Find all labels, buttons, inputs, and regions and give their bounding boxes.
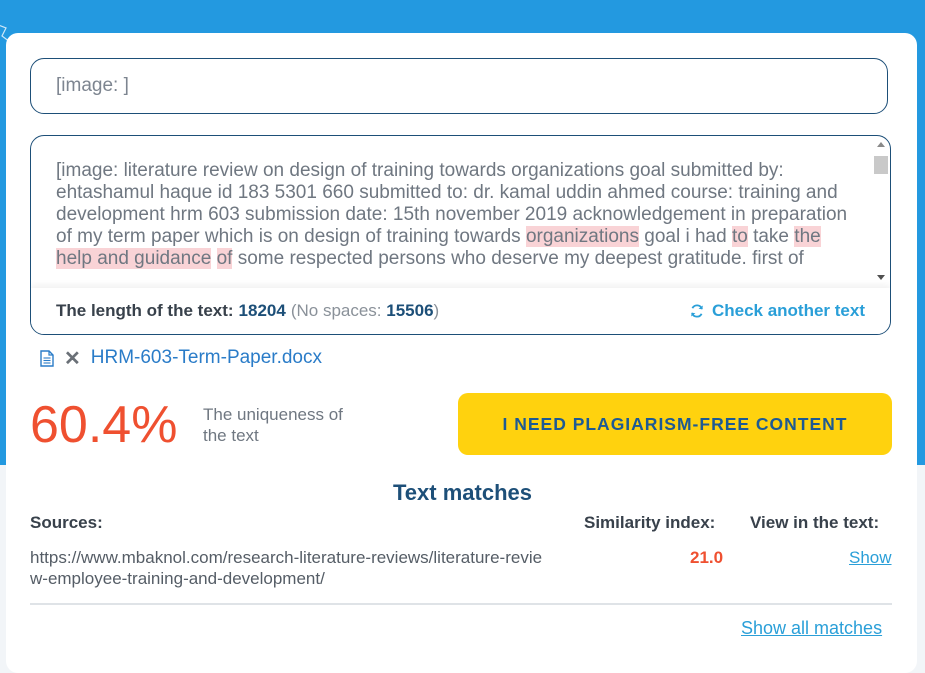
text-content[interactable]: [image: literature review on design of t… [56,160,856,290]
scroll-up-arrow-icon[interactable] [877,142,885,147]
highlighted-match-text: organizations [525,226,639,247]
show-all-matches-link[interactable]: Show all matches [741,618,882,639]
text-segment: goal i had [638,226,732,247]
no-spaces-label: (No spaces: [290,301,382,320]
title-input[interactable]: [image: ] [30,58,888,114]
text-length-bar: The length of the text: 18204 (No spaces… [31,288,890,334]
no-spaces-close: ) [433,301,440,320]
text-input-box[interactable]: [image: literature review on design of t… [30,135,891,335]
text-segment: take [747,226,795,247]
matches-divider [30,603,892,605]
check-another-label: Check another text [711,301,865,320]
length-value: 18204 [238,301,286,320]
length-label: The length of the text: [56,301,234,320]
uploaded-file-row: ✕ HRM-603-Term-Paper.docx [40,345,322,371]
uniqueness-label: The uniqueness of the text [203,405,343,445]
no-spaces-value: 15506 [386,301,434,320]
text-matches-title: Text matches [393,480,532,505]
text-segment: some respected persons who deserve my de… [232,248,804,269]
refresh-icon [691,304,703,318]
file-name: HRM-603-Term-Paper.docx [90,347,323,368]
sources-header: Sources: [30,513,103,532]
view-in-text-header: View in the text: [750,513,880,532]
scroll-down-arrow-icon[interactable] [877,275,885,280]
highlighted-match-text: to [731,226,748,247]
plagiarism-free-content-button[interactable]: I NEED PLAGIARISM-FREE CONTENT [458,393,892,455]
check-another-text-button[interactable]: Check another text [689,301,865,321]
scroll-thumb[interactable] [874,156,888,174]
document-icon [40,349,54,367]
no-spaces-info: (No spaces: 15506) [291,301,439,321]
match-source-url: https://www.mbaknol.com/research-literat… [30,548,543,588]
uniqueness-percentage: 60.4% [30,396,178,454]
show-match-link[interactable]: Show [849,548,892,568]
remove-file-icon[interactable]: ✕ [64,346,81,371]
scrollbar[interactable] [872,136,890,288]
match-similarity-value: 21.0 [690,548,724,567]
similarity-index-header: Similarity index: [584,513,716,532]
highlighted-match-text: of [216,248,233,269]
text-segment [211,248,216,269]
